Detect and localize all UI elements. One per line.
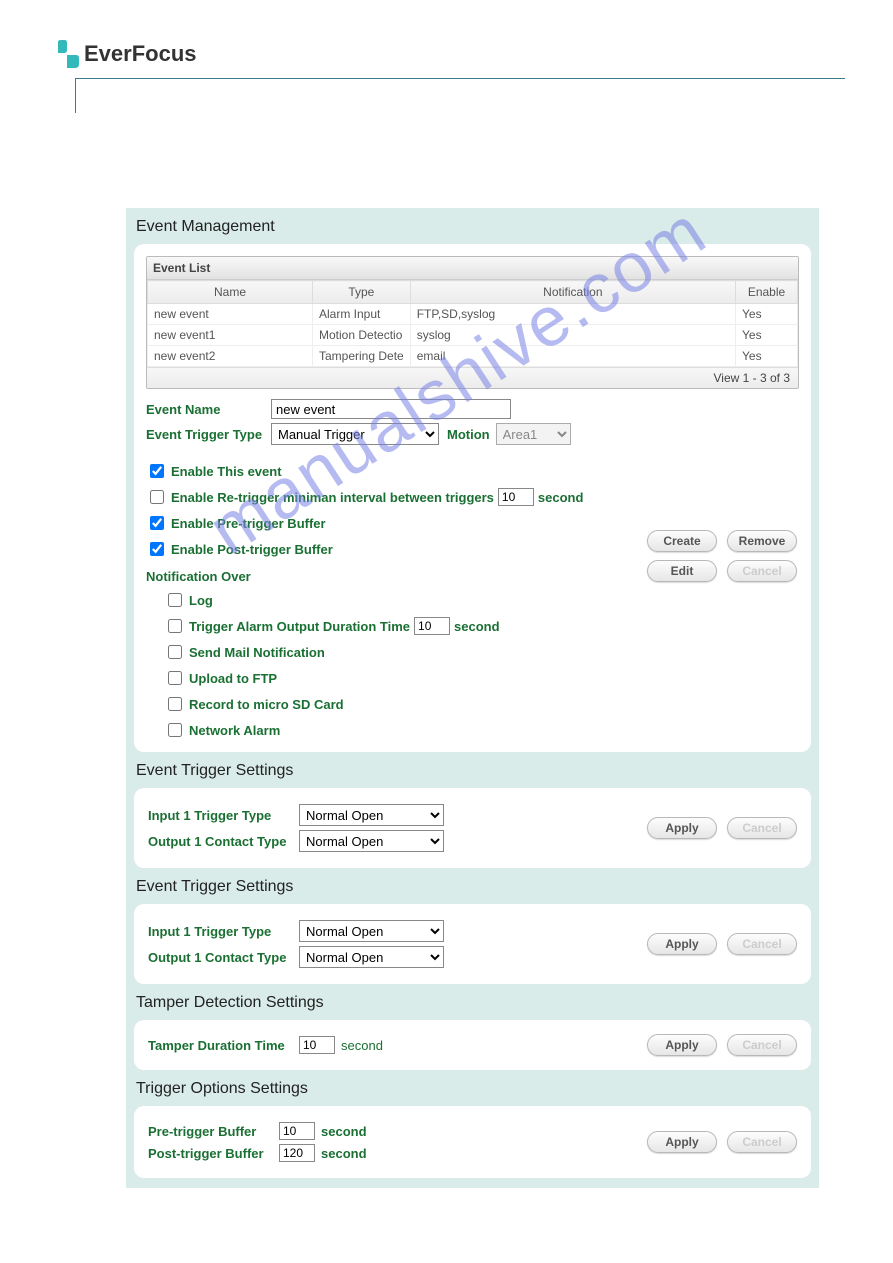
col-name[interactable]: Name [148, 281, 313, 304]
notif-sd-checkbox[interactable] [168, 697, 182, 711]
enable-this-event-label: Enable This event [171, 464, 282, 479]
col-notification[interactable]: Notification [410, 281, 735, 304]
output1-contact-type-select-2[interactable]: Normal Open [299, 946, 444, 968]
cancel-button[interactable]: Cancel [727, 1131, 797, 1153]
cell-name: new event1 [148, 325, 313, 346]
table-row[interactable]: new event Alarm Input FTP,SD,syslog Yes [148, 304, 798, 325]
alarm-output-duration-input[interactable] [414, 617, 450, 635]
trigger-type-label: Event Trigger Type [146, 427, 271, 442]
input1-trigger-type-label-2: Input 1 Trigger Type [148, 924, 293, 939]
apply-button[interactable]: Apply [647, 1131, 717, 1153]
trigger-type-select[interactable]: Manual Trigger [271, 423, 439, 445]
enable-post-trigger-label: Enable Post-trigger Buffer [171, 542, 333, 557]
cell-enable: Yes [736, 304, 798, 325]
notif-ftp-checkbox[interactable] [168, 671, 182, 685]
tamper-panel: Tamper Duration Time second Apply Cancel [134, 1020, 811, 1070]
retrigger-second-label: second [538, 490, 584, 505]
enable-post-trigger-checkbox[interactable] [150, 542, 164, 556]
cancel-button[interactable]: Cancel [727, 560, 797, 582]
event-table: Name Type Notification Enable new event … [147, 280, 798, 367]
table-row[interactable]: new event1 Motion Detectio syslog Yes [148, 325, 798, 346]
output1-contact-type-label: Output 1 Contact Type [148, 834, 293, 849]
cell-type: Tampering Dete [313, 346, 411, 367]
cancel-button[interactable]: Cancel [727, 817, 797, 839]
cell-name: new event2 [148, 346, 313, 367]
notif-mail-label: Send Mail Notification [189, 645, 325, 660]
cancel-button[interactable]: Cancel [727, 933, 797, 955]
post-second-label: second [321, 1146, 367, 1161]
retrigger-interval-input[interactable] [498, 488, 534, 506]
notif-alarm-output-label: Trigger Alarm Output Duration Time [189, 619, 410, 634]
pre-trigger-buffer-label: Pre-trigger Buffer [148, 1124, 273, 1139]
notif-network-alarm-label: Network Alarm [189, 723, 280, 738]
enable-pre-trigger-checkbox[interactable] [150, 516, 164, 530]
notif-alarm-output-checkbox[interactable] [168, 619, 182, 633]
create-button[interactable]: Create [647, 530, 717, 552]
section-title-trigger-2: Event Trigger Settings [126, 868, 819, 904]
section-title-trigger-options: Trigger Options Settings [126, 1070, 819, 1106]
page-header: EverFocus [0, 0, 893, 68]
notif-mail-checkbox[interactable] [168, 645, 182, 659]
input1-trigger-type-select[interactable]: Normal Open [299, 804, 444, 826]
notif-log-label: Log [189, 593, 213, 608]
enable-this-event-checkbox[interactable] [150, 464, 164, 478]
pre-trigger-buffer-input[interactable] [279, 1122, 315, 1140]
alarm-output-second-label: second [454, 619, 500, 634]
header-divider [75, 78, 845, 113]
tamper-duration-label: Tamper Duration Time [148, 1038, 293, 1053]
remove-button[interactable]: Remove [727, 530, 797, 552]
trigger-options-panel: Pre-trigger Buffer second Post-trigger B… [134, 1106, 811, 1178]
motion-label: Motion [447, 427, 490, 442]
notif-ftp-label: Upload to FTP [189, 671, 277, 686]
event-name-label: Event Name [146, 402, 271, 417]
edit-button[interactable]: Edit [647, 560, 717, 582]
cell-notification: syslog [410, 325, 735, 346]
enable-retrigger-label: Enable Re-trigger miniman interval betwe… [171, 490, 494, 505]
section-title-trigger-1: Event Trigger Settings [126, 752, 819, 788]
notif-log-checkbox[interactable] [168, 593, 182, 607]
tamper-second-label: second [341, 1038, 383, 1053]
cell-type: Motion Detectio [313, 325, 411, 346]
output1-contact-type-select[interactable]: Normal Open [299, 830, 444, 852]
col-enable[interactable]: Enable [736, 281, 798, 304]
notif-network-alarm-checkbox[interactable] [168, 723, 182, 737]
event-management-panel: Event List Name Type Notification Enable… [134, 244, 811, 752]
cell-type: Alarm Input [313, 304, 411, 325]
apply-button[interactable]: Apply [647, 933, 717, 955]
cell-notification: email [410, 346, 735, 367]
post-trigger-buffer-label: Post-trigger Buffer [148, 1146, 273, 1161]
settings-container: manualshive.com Event Management Event L… [126, 208, 819, 1188]
input1-trigger-type-label: Input 1 Trigger Type [148, 808, 293, 823]
enable-pre-trigger-label: Enable Pre-trigger Buffer [171, 516, 326, 531]
apply-button[interactable]: Apply [647, 817, 717, 839]
trigger-settings-panel-2: Input 1 Trigger Type Normal Open Output … [134, 904, 811, 984]
notif-sd-label: Record to micro SD Card [189, 697, 344, 712]
brand-logo: EverFocus [55, 40, 893, 68]
pre-second-label: second [321, 1124, 367, 1139]
brand-name: EverFocus [84, 41, 197, 67]
cell-name: new event [148, 304, 313, 325]
post-trigger-buffer-input[interactable] [279, 1144, 315, 1162]
input1-trigger-type-select-2[interactable]: Normal Open [299, 920, 444, 942]
tamper-duration-input[interactable] [299, 1036, 335, 1054]
col-type[interactable]: Type [313, 281, 411, 304]
trigger-settings-panel-1: Input 1 Trigger Type Normal Open Output … [134, 788, 811, 868]
everfocus-icon [55, 40, 79, 68]
event-name-input[interactable] [271, 399, 511, 419]
apply-button[interactable]: Apply [647, 1034, 717, 1056]
section-title-tamper: Tamper Detection Settings [126, 984, 819, 1020]
enable-retrigger-checkbox[interactable] [150, 490, 164, 504]
table-footer: View 1 - 3 of 3 [147, 367, 798, 388]
cell-enable: Yes [736, 346, 798, 367]
table-row[interactable]: new event2 Tampering Dete email Yes [148, 346, 798, 367]
motion-select: Area1 [496, 423, 571, 445]
event-list-title: Event List [147, 257, 798, 280]
event-list-box: Event List Name Type Notification Enable… [146, 256, 799, 389]
output1-contact-type-label-2: Output 1 Contact Type [148, 950, 293, 965]
cancel-button[interactable]: Cancel [727, 1034, 797, 1056]
section-title-event-management: Event Management [126, 208, 819, 244]
cell-notification: FTP,SD,syslog [410, 304, 735, 325]
cell-enable: Yes [736, 325, 798, 346]
